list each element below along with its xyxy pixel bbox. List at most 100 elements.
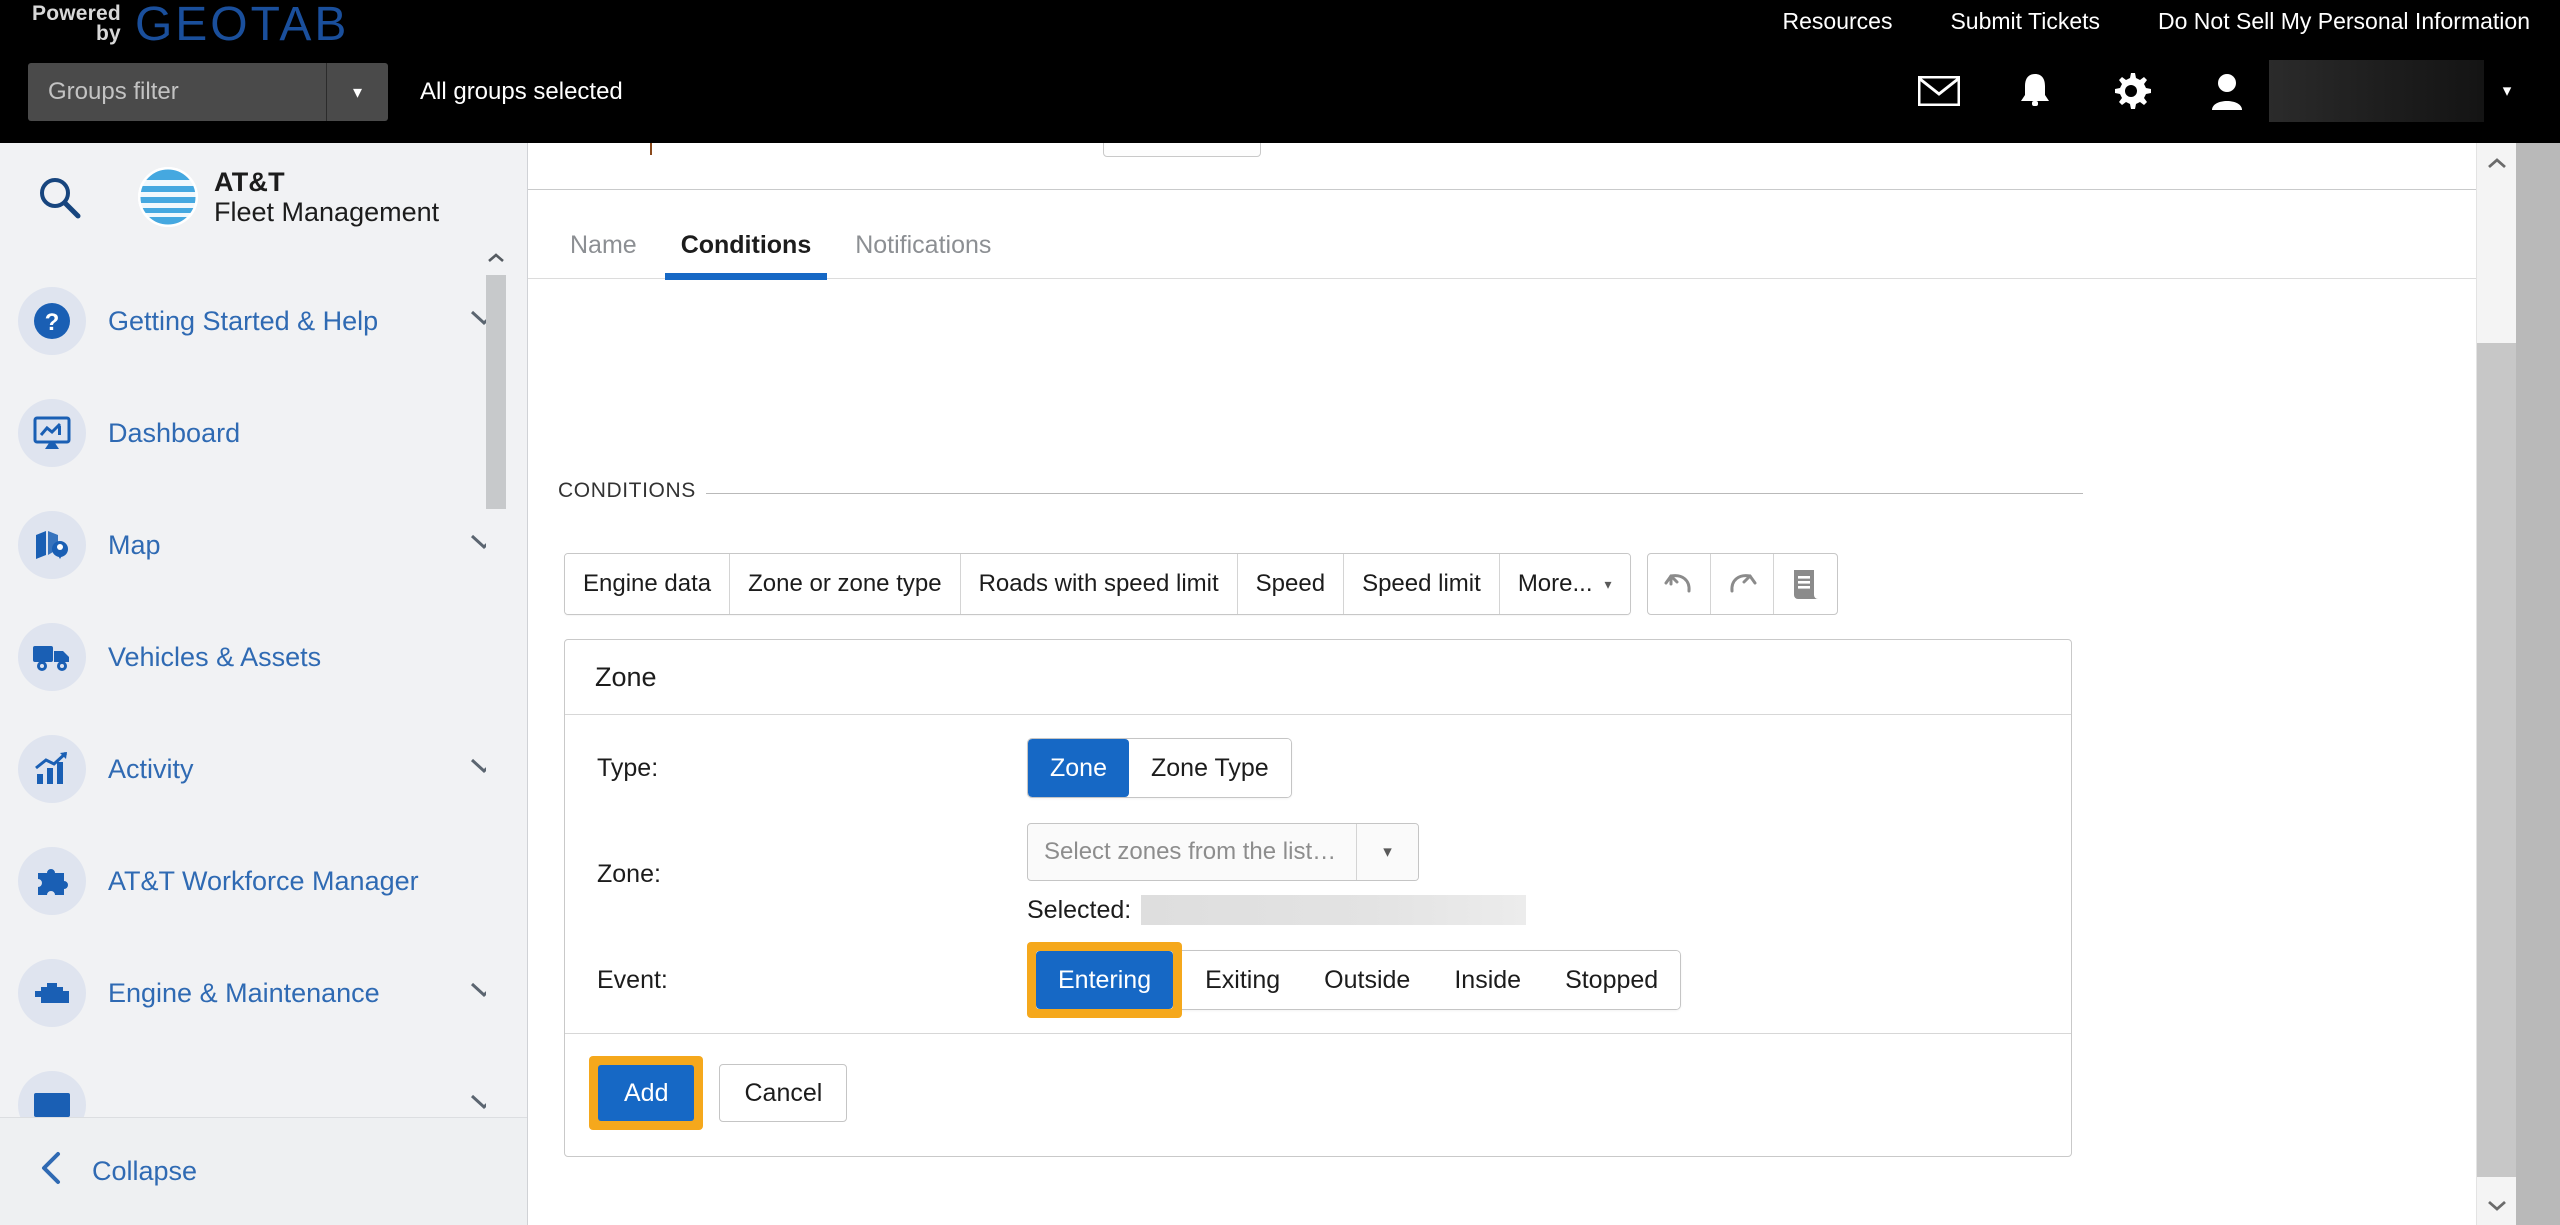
sidebar-item-label: Getting Started & Help [108, 305, 379, 336]
header-icon-cluster: ▾ [1891, 60, 2530, 122]
sidebar-item-map[interactable]: Map [0, 489, 527, 601]
entering-highlight-box: Entering [1027, 942, 1183, 1018]
undo-icon[interactable] [1648, 554, 1711, 614]
gear-icon[interactable] [2083, 60, 2179, 122]
svg-text:?: ? [45, 309, 60, 336]
sidebar-item-label: Map [108, 529, 161, 560]
type-option-zone-type[interactable]: Zone Type [1128, 739, 1291, 797]
clipped-button-above[interactable] [1103, 143, 1261, 157]
type-field: Zone Zone Type [1027, 738, 2071, 798]
window-right-edge [2516, 143, 2560, 1225]
sidebar-scroll-thumb[interactable] [486, 275, 506, 509]
help-circle-icon: ? [18, 287, 86, 355]
sidebar-item-label: Vehicles & Assets [108, 641, 322, 672]
selected-zones-redacted [1141, 895, 1527, 925]
collapse-label: Collapse [92, 1156, 198, 1186]
scroll-up-arrow-icon[interactable] [486, 247, 506, 269]
text-cursor-marker [650, 143, 652, 155]
type-option-zone[interactable]: Zone [1028, 739, 1129, 797]
zone-label: Zone: [597, 859, 661, 888]
bar-chart-icon [18, 735, 86, 803]
event-option-outside[interactable]: Outside [1302, 951, 1433, 1009]
top-header-bar: Powered by GEOTAB Resources Submit Ticke… [0, 0, 2560, 143]
submit-tickets-link[interactable]: Submit Tickets [1950, 8, 2100, 35]
groups-filter-caret-icon[interactable]: ▾ [326, 63, 388, 121]
event-option-stopped[interactable]: Stopped [1543, 951, 1681, 1009]
all-groups-selected-label: All groups selected [420, 78, 623, 105]
user-menu-caret-icon[interactable]: ▾ [2484, 60, 2530, 122]
puzzle-piece-icon [18, 847, 86, 915]
event-row: Event: Entering Exiting Outside Inside S… [565, 927, 2071, 1033]
powered-by-text: Powered by [32, 2, 121, 44]
condition-button-engine-data[interactable]: Engine data [565, 554, 731, 614]
by-word: by [96, 22, 121, 45]
content-scroll-thumb[interactable] [2477, 343, 2516, 1177]
brand-line-att: AT&T [214, 166, 285, 197]
condition-button-more[interactable]: More... ▾ [1499, 554, 1630, 614]
chevron-down-icon: ▾ [1604, 575, 1612, 592]
type-row: Type: Zone Zone Type [565, 715, 2071, 821]
condition-button-roads-with-speed-limit[interactable]: Roads with speed limit [960, 554, 1238, 614]
bell-icon[interactable] [1987, 60, 2083, 122]
condition-button-speed-limit[interactable]: Speed limit [1344, 554, 1500, 614]
resources-link[interactable]: Resources [1783, 8, 1893, 35]
tab-notifications[interactable]: Notifications [833, 231, 1013, 278]
application-window: Powered by GEOTAB Resources Submit Ticke… [0, 0, 2560, 1225]
type-segmented-control: Zone Zone Type [1027, 738, 1292, 798]
sidebar-scrollbar[interactable] [486, 247, 506, 1217]
type-label: Type: [597, 753, 659, 782]
redo-icon[interactable] [1711, 554, 1774, 614]
event-field: Entering Exiting Outside Inside Stopped [1027, 942, 2071, 1018]
tab-conditions[interactable]: Conditions [659, 231, 834, 280]
sidebar-item-label: Engine & Maintenance [108, 977, 380, 1008]
powered-word: Powered [32, 2, 121, 25]
user-icon[interactable] [2179, 60, 2275, 122]
add-highlight-box: Add [589, 1056, 704, 1130]
conditions-section: CONDITIONS Engine data Zone or zone type… [528, 283, 2516, 1225]
conditions-toolbar: Engine data Zone or zone type Roads with… [564, 553, 1838, 615]
content-scrollbar[interactable] [2476, 143, 2516, 1225]
sidebar-item-engine-maintenance[interactable]: Engine & Maintenance [0, 937, 527, 1049]
scroll-down-arrow-icon[interactable] [2477, 1185, 2516, 1225]
sidebar-item-att-workforce-manager[interactable]: AT&T Workforce Manager [0, 825, 527, 937]
groups-filter-control[interactable]: Groups filter ▾ [28, 63, 388, 121]
main-content-panel: Name Conditions Notifications CONDITIONS… [528, 143, 2516, 1225]
sidebar-nav-list: ? Getting Started & Help Dashboard Map V… [0, 251, 527, 1161]
sidebar-collapse-button[interactable]: Collapse [0, 1117, 527, 1225]
sidebar-item-getting-started-help[interactable]: ? Getting Started & Help [0, 265, 527, 377]
clipped-top-region [528, 143, 2516, 191]
zone-card-body: Type: Zone Zone Type Zone: Select zones … [565, 715, 2071, 1033]
sidebar-item-activity[interactable]: Activity [0, 713, 527, 825]
zone-field: Select zones from the list… ▾ Selected: [1027, 823, 2071, 925]
event-segmented-control: Exiting Outside Inside Stopped [1173, 950, 1682, 1010]
chevron-down-icon[interactable]: ▾ [1356, 824, 1418, 880]
condition-type-button-group: Engine data Zone or zone type Roads with… [564, 553, 1631, 615]
conditions-fieldset-rule [558, 493, 2083, 494]
mail-icon[interactable] [1891, 60, 1987, 122]
groups-filter-input[interactable]: Groups filter [28, 63, 326, 121]
zone-row: Zone: Select zones from the list… ▾ Sele… [565, 821, 2071, 927]
sidebar-item-vehicles-assets[interactable]: Vehicles & Assets [0, 601, 527, 713]
zone-select-combobox[interactable]: Select zones from the list… ▾ [1027, 823, 1419, 881]
zone-select-input[interactable]: Select zones from the list… [1028, 824, 1356, 880]
selected-label: Selected: [1027, 895, 1132, 924]
script-list-icon[interactable] [1774, 554, 1837, 614]
event-option-exiting[interactable]: Exiting [1183, 951, 1303, 1009]
scroll-up-arrow-icon[interactable] [2477, 143, 2516, 183]
sidebar-item-dashboard[interactable]: Dashboard [0, 377, 527, 489]
powered-by-geotab-logo: Powered by GEOTAB [32, 1, 349, 49]
event-option-inside[interactable]: Inside [1432, 951, 1544, 1009]
condition-button-speed[interactable]: Speed [1237, 554, 1345, 614]
chevron-left-icon [38, 1151, 64, 1193]
search-icon[interactable] [24, 162, 94, 232]
att-globe-logo [138, 167, 198, 227]
add-button[interactable]: Add [598, 1065, 695, 1121]
do-not-sell-link[interactable]: Do Not Sell My Personal Information [2158, 8, 2530, 35]
condition-button-zone-or-zone-type[interactable]: Zone or zone type [730, 554, 961, 614]
tab-name[interactable]: Name [548, 231, 659, 278]
conditions-legend: CONDITIONS [558, 479, 706, 503]
event-label: Event: [597, 965, 668, 994]
cancel-button[interactable]: Cancel [719, 1064, 848, 1122]
event-option-entering[interactable]: Entering [1036, 951, 1174, 1009]
sidebar-item-label: Activity [108, 753, 194, 784]
